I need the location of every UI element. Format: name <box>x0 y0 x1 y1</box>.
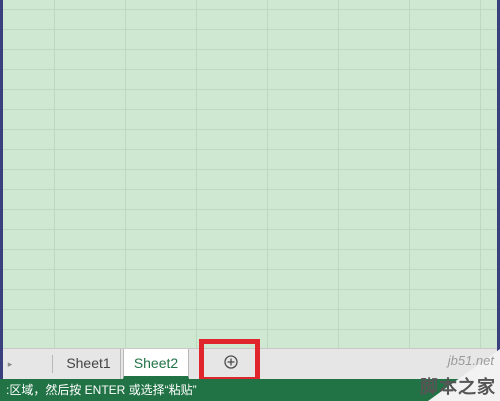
plus-circle-icon <box>224 355 238 369</box>
tab-sheet2[interactable]: Sheet2 <box>123 349 189 379</box>
status-message: :区域，然后按 ENTER 或选择“粘贴” <box>6 383 197 397</box>
excel-window: ▸ Sheet1 Sheet2 :区域，然后按 ENTER 或选择“粘贴” jb… <box>0 0 500 401</box>
new-sheet-button[interactable] <box>199 339 260 382</box>
worksheet-grid[interactable] <box>3 0 497 348</box>
tab-separator <box>52 355 53 373</box>
tab-scroll-right-icon[interactable]: ▸ <box>5 357 15 371</box>
watermark-site-name: 脚本之家 <box>420 377 496 397</box>
site-watermark: jb51.net 脚本之家 <box>380 341 500 401</box>
watermark-url: jb51.net <box>447 353 494 368</box>
tab-sheet1[interactable]: Sheet1 <box>57 349 121 379</box>
